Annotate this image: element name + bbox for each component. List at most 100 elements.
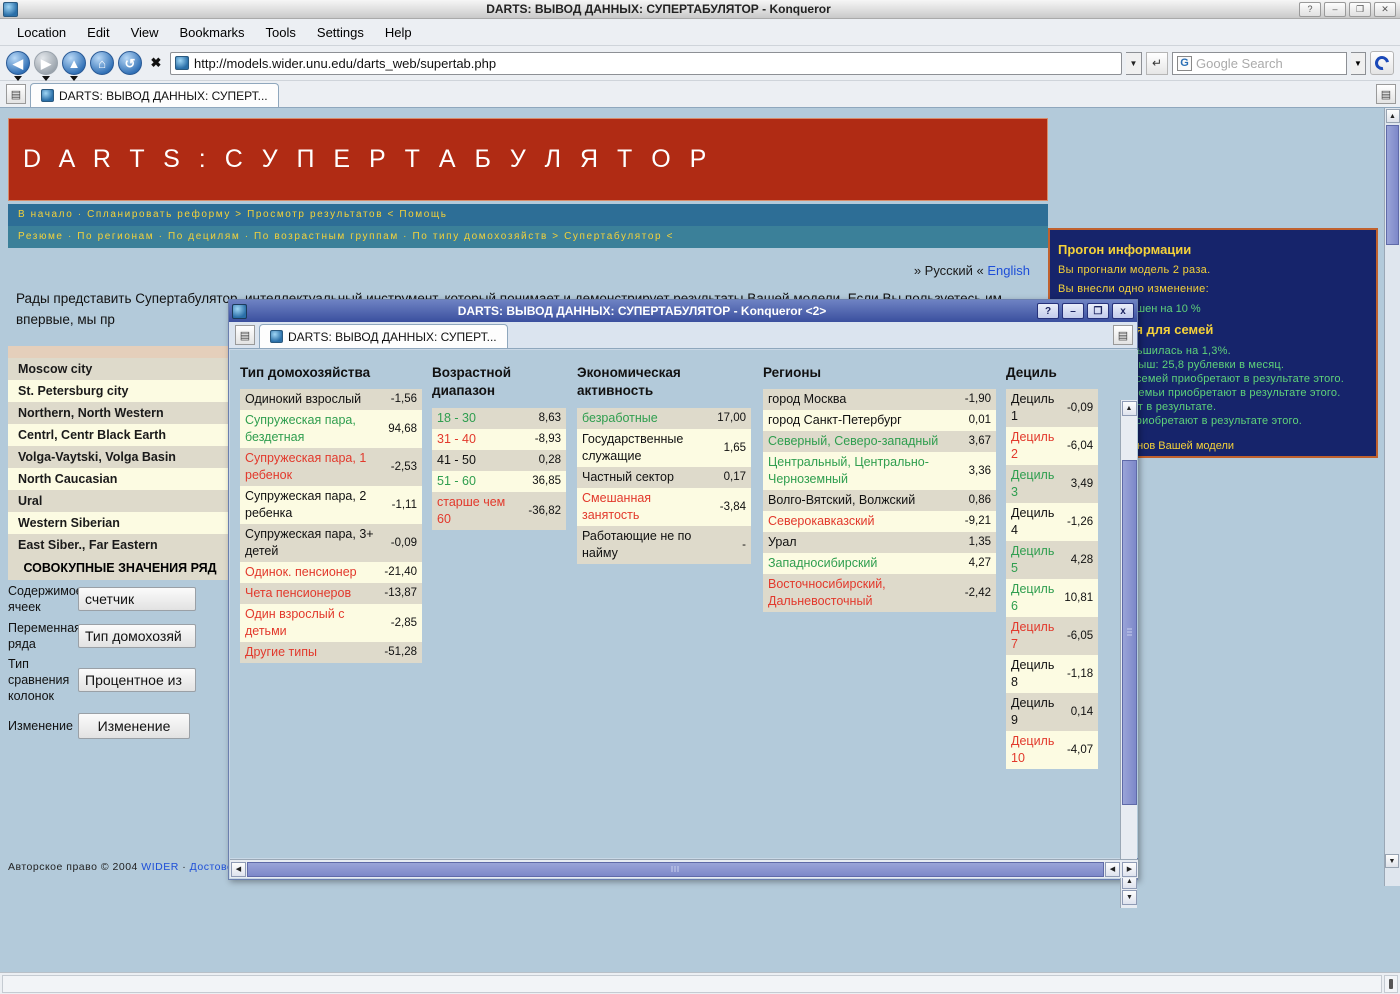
cell-content-select[interactable]: счетчик <box>78 587 196 611</box>
table-row[interactable]: Дециль 33,49 <box>1006 465 1098 503</box>
minimize-button[interactable]: – <box>1324 2 1346 17</box>
table-row[interactable]: Дециль 54,28 <box>1006 541 1098 579</box>
search-box[interactable]: G Google Search <box>1172 52 1347 75</box>
dialog-scrollbar-vertical[interactable]: ▲ ▲ ▼ <box>1120 400 1137 908</box>
resize-grip-icon[interactable] <box>1384 975 1398 993</box>
region-row-north-caucasian[interactable]: North Caucasian <box>8 468 232 490</box>
copyright-link-wider[interactable]: WIDER <box>141 861 179 873</box>
table-row[interactable]: Дециль 2-6,04 <box>1006 427 1098 465</box>
table-row[interactable]: город Санкт-Петербург0,01 <box>763 410 996 431</box>
table-row[interactable]: Супружеская пара, 2 ребенка-1,11 <box>240 486 422 524</box>
table-row[interactable]: безработные17,00 <box>577 408 751 429</box>
secondary-nav[interactable]: Резюме · По регионам · По децилям · По в… <box>8 226 1048 248</box>
scroll-up-icon[interactable]: ▲ <box>1386 109 1400 123</box>
table-row[interactable]: Дециль 8-1,18 <box>1006 655 1098 693</box>
url-input[interactable]: http://models.wider.unu.edu/darts_web/su… <box>194 56 496 71</box>
table-row[interactable]: Урал1,35 <box>763 532 996 553</box>
dialog-scroll-up-icon[interactable]: ▲ <box>1122 401 1137 416</box>
table-row[interactable]: Северный, Северо-западный3,67 <box>763 431 996 452</box>
table-row[interactable]: Работающие не по найму- <box>577 526 751 564</box>
table-row[interactable]: Дециль 7-6,05 <box>1006 617 1098 655</box>
home-icon[interactable]: ⌂ <box>90 51 114 75</box>
region-row-central[interactable]: Centrl, Centr Black Earth <box>8 424 232 446</box>
menu-help[interactable]: Help <box>376 22 421 43</box>
reload-icon[interactable]: ↺ <box>118 51 142 75</box>
dialog-scroll-right-icon[interactable]: ▶ <box>1122 862 1137 877</box>
new-tab-icon[interactable]: ▤ <box>6 84 26 104</box>
table-row[interactable]: Частный сектор0,17 <box>577 467 751 488</box>
menu-settings[interactable]: Settings <box>308 22 373 43</box>
table-row[interactable]: Северокавказский-9,21 <box>763 511 996 532</box>
table-row[interactable]: старше чем 60-36,82 <box>432 492 566 530</box>
maximize-button[interactable]: ❐ <box>1349 2 1371 17</box>
url-bar[interactable]: http://models.wider.unu.edu/darts_web/su… <box>170 52 1122 75</box>
lang-russian[interactable]: » Русский « <box>914 263 984 278</box>
clear-url-button[interactable]: ↵ <box>1146 52 1168 75</box>
table-row[interactable]: Дециль 10-4,07 <box>1006 731 1098 769</box>
dialog-close-button[interactable]: x <box>1112 303 1134 319</box>
menu-edit[interactable]: Edit <box>78 22 118 43</box>
table-row[interactable]: Дециль 610,81 <box>1006 579 1098 617</box>
table-row[interactable]: Супружеская пара, 1 ребенок-2,53 <box>240 448 422 486</box>
dialog-tab[interactable]: DARTS: ВЫВОД ДАННЫХ: СУПЕРТ... <box>259 324 508 348</box>
up-icon[interactable]: ▲ <box>62 51 86 75</box>
help-button[interactable]: ? <box>1299 2 1321 17</box>
table-row[interactable]: 31 - 40-8,93 <box>432 429 566 450</box>
table-row[interactable]: Один взрослый с детьми-2,85 <box>240 604 422 642</box>
dialog-scroll-left-icon-2[interactable]: ◀ <box>1105 862 1120 877</box>
table-row[interactable]: Смешанная занятость-3,84 <box>577 488 751 526</box>
dialog-tab-list-icon[interactable]: ▤ <box>1113 325 1133 345</box>
table-row[interactable]: город Москва-1,90 <box>763 389 996 410</box>
menu-bookmarks[interactable]: Bookmarks <box>171 22 254 43</box>
region-row-ural[interactable]: Ural <box>8 490 232 512</box>
search-input[interactable]: Google Search <box>1196 56 1283 71</box>
table-row[interactable]: 18 - 308,63 <box>432 408 566 429</box>
lang-english[interactable]: English <box>987 263 1030 278</box>
dialog-scroll-down-icon[interactable]: ▼ <box>1122 890 1137 905</box>
url-history-dropdown-icon[interactable]: ▼ <box>1126 52 1142 75</box>
region-row-moscow[interactable]: Moscow city <box>8 358 232 380</box>
table-row[interactable]: Одинокий взрослый-1,56 <box>240 389 422 410</box>
table-row[interactable]: Центральный, Центрально-Черноземный3,36 <box>763 452 996 490</box>
dialog-help-button[interactable]: ? <box>1037 303 1059 319</box>
table-row[interactable]: Дециль 4-1,26 <box>1006 503 1098 541</box>
scroll-down-icon[interactable]: ▼ <box>1385 854 1399 868</box>
table-row[interactable]: Западносибирский4,27 <box>763 553 996 574</box>
column-compare-select[interactable]: Процентное из <box>78 668 196 692</box>
konqueror-logo-icon[interactable] <box>1370 51 1394 75</box>
table-row[interactable]: Государственные служащие1,65 <box>577 429 751 467</box>
table-row[interactable]: Супружеская пара, бездетная94,68 <box>240 410 422 448</box>
table-row[interactable]: Дециль 90,14 <box>1006 693 1098 731</box>
dialog-maximize-button[interactable]: ❐ <box>1087 303 1109 319</box>
close-button[interactable]: ✕ <box>1374 2 1396 17</box>
menu-view[interactable]: View <box>122 22 168 43</box>
table-row[interactable]: Одинок. пенсионер-21,40 <box>240 562 422 583</box>
region-row-northern[interactable]: Northern, North Western <box>8 402 232 424</box>
table-row[interactable]: 41 - 500,28 <box>432 450 566 471</box>
region-row-western-siberian[interactable]: Western Siberian <box>8 512 232 534</box>
tab-supertabulator[interactable]: DARTS: ВЫВОД ДАННЫХ: СУПЕРТ... <box>30 83 279 107</box>
tab-list-icon[interactable]: ▤ <box>1376 84 1396 104</box>
table-row[interactable]: Восточносибирский, Дальневосточный-2,42 <box>763 574 996 612</box>
table-row[interactable]: Дециль 1-0,09 <box>1006 389 1098 427</box>
stop-icon[interactable]: ✖ <box>146 54 166 72</box>
page-scroll-thumb[interactable] <box>1386 125 1399 245</box>
table-row[interactable]: Супружеская пара, 3+ детей-0,09 <box>240 524 422 562</box>
window-titlebar[interactable]: DARTS: ВЫВОД ДАННЫХ: СУПЕРТАБУЛЯТОР - Ko… <box>0 0 1400 19</box>
region-row-st-petersburg[interactable]: St. Petersburg city <box>8 380 232 402</box>
region-row-east-siberian[interactable]: East Siber., Far Eastern <box>8 534 232 556</box>
region-row-volga[interactable]: Volga-Vaytski, Volga Basin <box>8 446 232 468</box>
dialog-minimize-button[interactable]: – <box>1062 303 1084 319</box>
dialog-titlebar[interactable]: DARTS: ВЫВОД ДАННЫХ: СУПЕРТАБУЛЯТОР - Ko… <box>229 300 1137 322</box>
page-scrollbar-vertical[interactable]: ▲ ▼ <box>1384 108 1400 886</box>
table-row[interactable]: Чета пенсионеров-13,87 <box>240 583 422 604</box>
table-row[interactable]: Другие типы-51,28 <box>240 642 422 663</box>
dialog-scroll-thumb[interactable] <box>1122 460 1137 805</box>
back-icon[interactable]: ◀ <box>6 51 30 75</box>
row-variable-select[interactable]: Тип домохозяй <box>78 624 196 648</box>
dialog-scroll-left-icon[interactable]: ◀ <box>231 862 246 877</box>
menu-location[interactable]: Location <box>8 22 75 43</box>
dialog-hscroll-thumb[interactable] <box>247 862 1104 877</box>
dialog-new-tab-icon[interactable]: ▤ <box>235 325 255 345</box>
table-row[interactable]: Волго-Вятский, Волжский0,86 <box>763 490 996 511</box>
